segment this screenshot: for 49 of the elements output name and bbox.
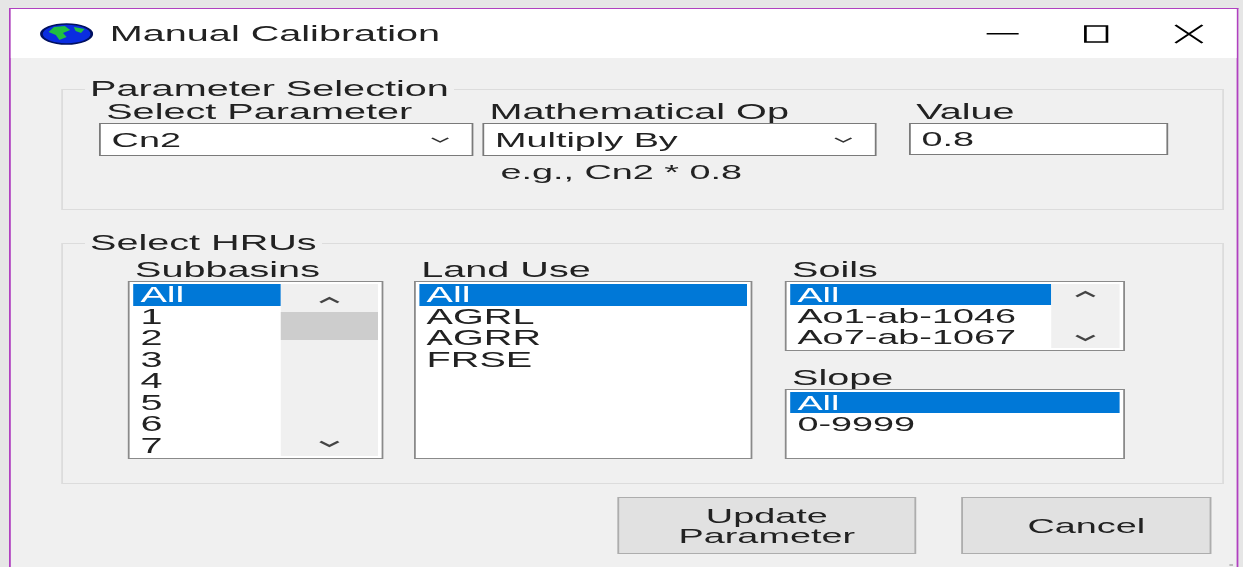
- maximize-icon[interactable]: [1083, 24, 1109, 43]
- list-label: Slope: [791, 366, 895, 389]
- list-item[interactable]: All: [790, 284, 1052, 305]
- list-item[interactable]: 0-9999: [790, 413, 1120, 434]
- list-item[interactable]: AGRR: [419, 327, 747, 349]
- scrollbar[interactable]: [280, 284, 378, 456]
- update-parameter-button[interactable]: Update Parameter: [617, 497, 917, 554]
- list-item[interactable]: 6: [133, 413, 281, 435]
- close-icon[interactable]: [1173, 23, 1205, 44]
- list-item[interactable]: 4: [133, 370, 281, 392]
- list-item[interactable]: Ao1-ab-1046: [790, 305, 1052, 326]
- subbasins-list[interactable]: All 1 2 3 4 5 6 7: [127, 281, 384, 459]
- soils-list[interactable]: All Ao1-ab-1046 Ao7-ab-1067: [784, 281, 1125, 351]
- field-label: Select Parameter: [105, 100, 414, 123]
- list-item[interactable]: 5: [133, 391, 281, 413]
- operation-dropdown[interactable]: Multiply By: [482, 123, 877, 156]
- scrollbar-thumb[interactable]: [280, 312, 378, 340]
- field-label: Value: [915, 100, 1016, 123]
- slope-list[interactable]: All 0-9999: [784, 389, 1125, 459]
- list-label: Soils: [791, 258, 879, 281]
- value-field[interactable]: 0.8: [909, 123, 1169, 155]
- list-item[interactable]: 1: [133, 305, 281, 327]
- field-label: Mathematical Op: [488, 100, 790, 123]
- list-item[interactable]: 3: [133, 348, 281, 370]
- parameter-dropdown[interactable]: Cn2: [99, 123, 474, 156]
- hint-text: e.g., Cn2 * 0.8: [500, 160, 744, 184]
- list-item[interactable]: Ao7-ab-1067: [790, 326, 1052, 347]
- group-title: Select HRUs: [89, 232, 318, 254]
- list-item[interactable]: FRSE: [419, 348, 747, 370]
- chevron-down-icon: [430, 135, 450, 144]
- window-title: Manual Calibration: [109, 20, 440, 47]
- land-use-list[interactable]: All AGRL AGRR FRSE: [414, 281, 753, 459]
- scrollbar[interactable]: [1051, 284, 1120, 348]
- list-item[interactable]: 2: [133, 327, 281, 349]
- group-title: Parameter Selection: [89, 78, 450, 100]
- list-item[interactable]: All: [790, 392, 1120, 413]
- chevron-down-icon[interactable]: [1074, 334, 1097, 342]
- cancel-button[interactable]: Cancel: [961, 497, 1212, 554]
- list-item[interactable]: AGRL: [419, 305, 747, 327]
- chevron-up-icon[interactable]: [1074, 290, 1097, 298]
- list-item[interactable]: 7: [133, 434, 281, 456]
- chevron-down-icon[interactable]: [318, 440, 341, 448]
- list-item[interactable]: All: [419, 284, 747, 306]
- chevron-up-icon[interactable]: [318, 296, 341, 304]
- list-label: Land Use: [420, 258, 592, 281]
- list-label: Subbasins: [134, 258, 321, 281]
- globe-icon: [39, 22, 94, 45]
- list-item[interactable]: All: [133, 284, 281, 306]
- chevron-down-icon: [833, 135, 854, 144]
